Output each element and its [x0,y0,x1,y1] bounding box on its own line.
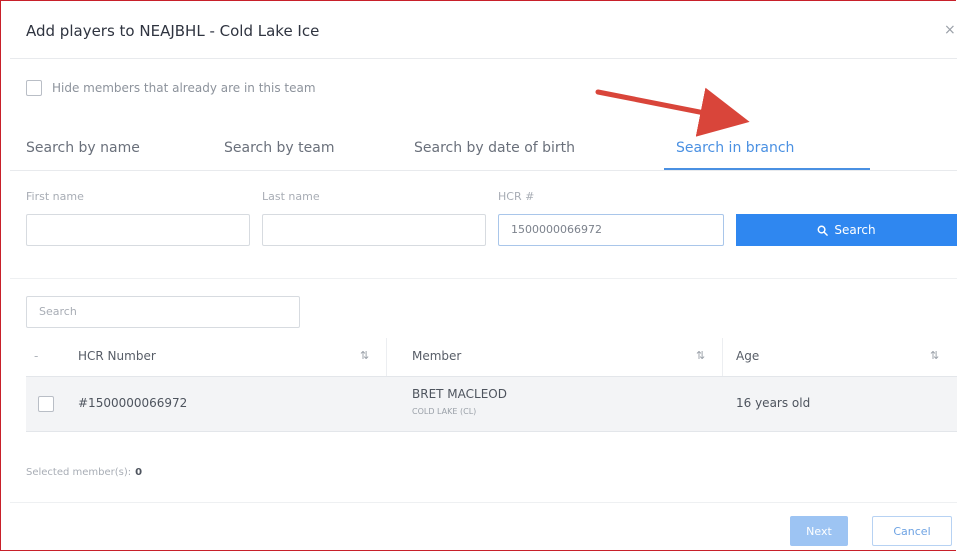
sort-age-icon[interactable]: ⇅ [930,349,939,362]
column-hcr-number: HCR Number [78,349,156,363]
header-divider [10,58,957,59]
selected-members-label: Selected member(s): [26,467,132,478]
selected-members-summary: Selected member(s): 0 [26,467,142,478]
sort-member-icon[interactable]: ⇅ [696,349,705,362]
column-divider [386,338,387,376]
row-member-name: BRET MACLEOD [412,387,507,401]
first-name-input[interactable] [26,214,250,246]
tab-search-by-team[interactable]: Search by team [224,140,335,156]
row-member-team: COLD LAKE (CL) [412,407,477,416]
hcr-label: HCR # [498,190,535,203]
tab-search-by-name[interactable]: Search by name [26,140,140,156]
section-divider [10,278,957,279]
active-tab-indicator [664,168,870,170]
close-icon[interactable]: × [944,22,956,38]
hide-members-option[interactable]: Hide members that already are in this te… [26,80,316,96]
table-row[interactable]: #1500000066972 BRET MACLEOD COLD LAKE (C… [26,377,957,432]
select-all-toggle[interactable]: - [34,349,38,363]
hcr-input[interactable]: 1500000066972 [498,214,724,246]
row-age: 16 years old [736,396,811,410]
next-button[interactable]: Next [790,516,848,546]
row-select-checkbox[interactable] [38,396,54,412]
hide-members-label: Hide members that already are in this te… [52,81,316,95]
results-table-header: - HCR Number ⇅ Member ⇅ Age ⇅ [26,338,957,377]
hide-members-checkbox[interactable] [26,80,42,96]
search-icon [817,225,829,236]
last-name-label: Last name [262,190,320,203]
column-divider [722,338,723,376]
last-name-input[interactable] [262,214,486,246]
cancel-button[interactable]: Cancel [872,516,952,546]
search-tabs: Search by name Search by team Search by … [10,128,957,171]
dialog-title: Add players to NEAJBHL - Cold Lake Ice [26,22,320,40]
results-search-input[interactable]: Search [26,296,300,328]
row-hcr-number: #1500000066972 [78,396,188,410]
tab-search-in-branch[interactable]: Search in branch [676,140,794,156]
search-button[interactable]: Search [736,214,957,246]
sort-hcr-number-icon[interactable]: ⇅ [360,349,369,362]
selected-members-count: 0 [135,467,143,478]
column-age: Age [736,349,760,363]
footer-divider [10,502,957,503]
first-name-label: First name [26,190,84,203]
tab-search-by-date-of-birth[interactable]: Search by date of birth [414,140,575,156]
column-member: Member [412,349,462,363]
search-button-label: Search [834,223,876,237]
